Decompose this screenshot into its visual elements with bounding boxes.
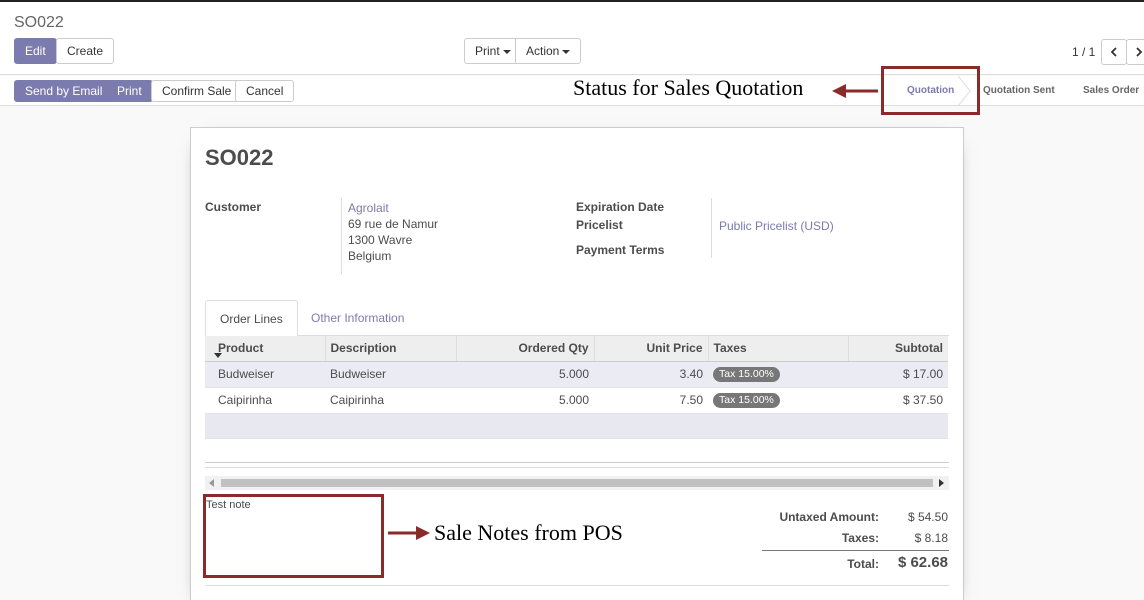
empty-table-row[interactable]	[205, 413, 948, 439]
print-button[interactable]: Print	[106, 80, 153, 102]
scrollbar-thumb[interactable]	[221, 479, 933, 487]
notes-annotation: Sale Notes from POS	[434, 520, 623, 545]
cell-taxes: Tax 15.00%	[708, 387, 848, 414]
pager-previous-button[interactable]	[1101, 39, 1127, 65]
create-button[interactable]: Create	[56, 38, 115, 64]
scroll-right-icon[interactable]	[939, 479, 944, 487]
cell-ordered-qty: 5.000	[456, 361, 594, 388]
untaxed-amount-value: $ 54.50	[907, 510, 948, 524]
cell-unit-price: 7.50	[594, 387, 708, 414]
print-dropdown-label: Print	[475, 44, 500, 58]
cell-subtotal: $ 17.00	[848, 361, 948, 388]
customer-label: Customer	[205, 200, 262, 214]
column-header-subtotal[interactable]: Subtotal	[847, 336, 948, 362]
action-dropdown-label: Action	[526, 44, 560, 58]
cell-subtotal: $ 37.50	[848, 387, 948, 414]
cell-product: Caipirinha	[205, 387, 325, 414]
print-dropdown-button[interactable]: Print	[464, 38, 522, 64]
pager-next-button[interactable]	[1126, 39, 1144, 65]
customer-address-line: 1300 Wavre	[348, 233, 413, 247]
total-value: $ 62.68	[897, 554, 948, 571]
notebook-tabs: Order Lines Other Information	[205, 300, 949, 337]
cell-description: Caipirinha	[325, 387, 456, 414]
scroll-left-icon[interactable]	[209, 479, 214, 487]
horizontal-scrollbar[interactable]	[205, 476, 949, 490]
pager-value[interactable]: 1 / 1	[1072, 45, 1095, 59]
table-footer-line	[205, 467, 949, 468]
order-title: SO022	[205, 145, 274, 170]
tax-badge: Tax 15.00%	[713, 393, 780, 408]
customer-address-line: 69 rue de Namur	[348, 217, 439, 231]
cell-taxes: Tax 15.00%	[708, 361, 848, 388]
pricelist-label: Pricelist	[576, 218, 623, 232]
column-header-taxes[interactable]: Taxes	[707, 336, 848, 362]
action-dropdown-button[interactable]: Action	[515, 38, 582, 64]
cell-ordered-qty: 5.000	[456, 387, 594, 414]
stage-sales-order[interactable]: Sales Order	[1083, 76, 1139, 106]
tax-badge: Tax 15.00%	[713, 367, 780, 382]
caret-down-icon	[562, 49, 571, 54]
tab-other-information[interactable]: Other Information	[297, 300, 418, 337]
confirm-sale-button[interactable]: Confirm Sale	[151, 80, 243, 102]
taxes-label: Taxes:	[841, 531, 879, 545]
taxes-value: $ 8.18	[914, 531, 948, 545]
cell-unit-price: 3.40	[594, 361, 708, 388]
field-divider	[711, 198, 712, 258]
customer-address-line: Belgium	[348, 249, 392, 263]
caret-down-icon	[502, 49, 511, 54]
totals-divider	[762, 550, 949, 551]
payment-terms-label: Payment Terms	[576, 243, 665, 257]
pricelist-link[interactable]: Public Pricelist (USD)	[719, 219, 834, 233]
customer-link[interactable]: Agrolait	[348, 201, 389, 215]
status-highlight-box	[881, 66, 980, 115]
empty-cell	[205, 413, 948, 439]
breadcrumb[interactable]: SO022	[14, 14, 64, 32]
cancel-button[interactable]: Cancel	[235, 80, 295, 102]
tab-order-lines[interactable]: Order Lines	[205, 300, 298, 337]
total-label: Total:	[847, 557, 879, 571]
cell-product: Budweiser	[205, 361, 325, 388]
column-header-label: Product	[218, 341, 264, 356]
status-annotation: Status for Sales Quotation	[573, 75, 804, 100]
chevron-right-icon	[1136, 47, 1143, 57]
chevron-left-icon	[1110, 47, 1117, 57]
column-header-unit-price[interactable]: Unit Price	[593, 336, 708, 362]
send-by-email-button[interactable]: Send by Email	[14, 80, 114, 102]
order-lines-table: Product Description Ordered Qty Unit Pri…	[205, 336, 948, 439]
field-divider	[341, 198, 342, 274]
sort-caret-icon	[214, 353, 222, 358]
table-row[interactable]: Caipirinha Caipirinha 5.000 7.50 Tax 15.…	[205, 387, 948, 414]
column-header-description[interactable]: Description	[324, 336, 456, 362]
stage-quotation-sent[interactable]: Quotation Sent	[983, 76, 1055, 106]
sheet-footer-line	[205, 585, 949, 586]
column-header-product[interactable]: Product	[205, 336, 325, 362]
expiration-date-label: Expiration Date	[576, 200, 665, 214]
table-footer-line	[205, 462, 949, 463]
table-row[interactable]: Budweiser Budweiser 5.000 3.40 Tax 15.00…	[205, 361, 948, 388]
cell-description: Budweiser	[325, 361, 456, 388]
notes-highlight-box	[203, 494, 384, 578]
untaxed-amount-label: Untaxed Amount:	[779, 510, 879, 524]
arrow-right-icon	[388, 526, 430, 540]
control-panel: SO022 Edit Create Print Action 1 / 1	[0, 2, 1144, 75]
column-header-ordered-qty[interactable]: Ordered Qty	[455, 336, 594, 362]
edit-button[interactable]: Edit	[14, 38, 57, 64]
arrow-left-icon	[832, 84, 878, 98]
